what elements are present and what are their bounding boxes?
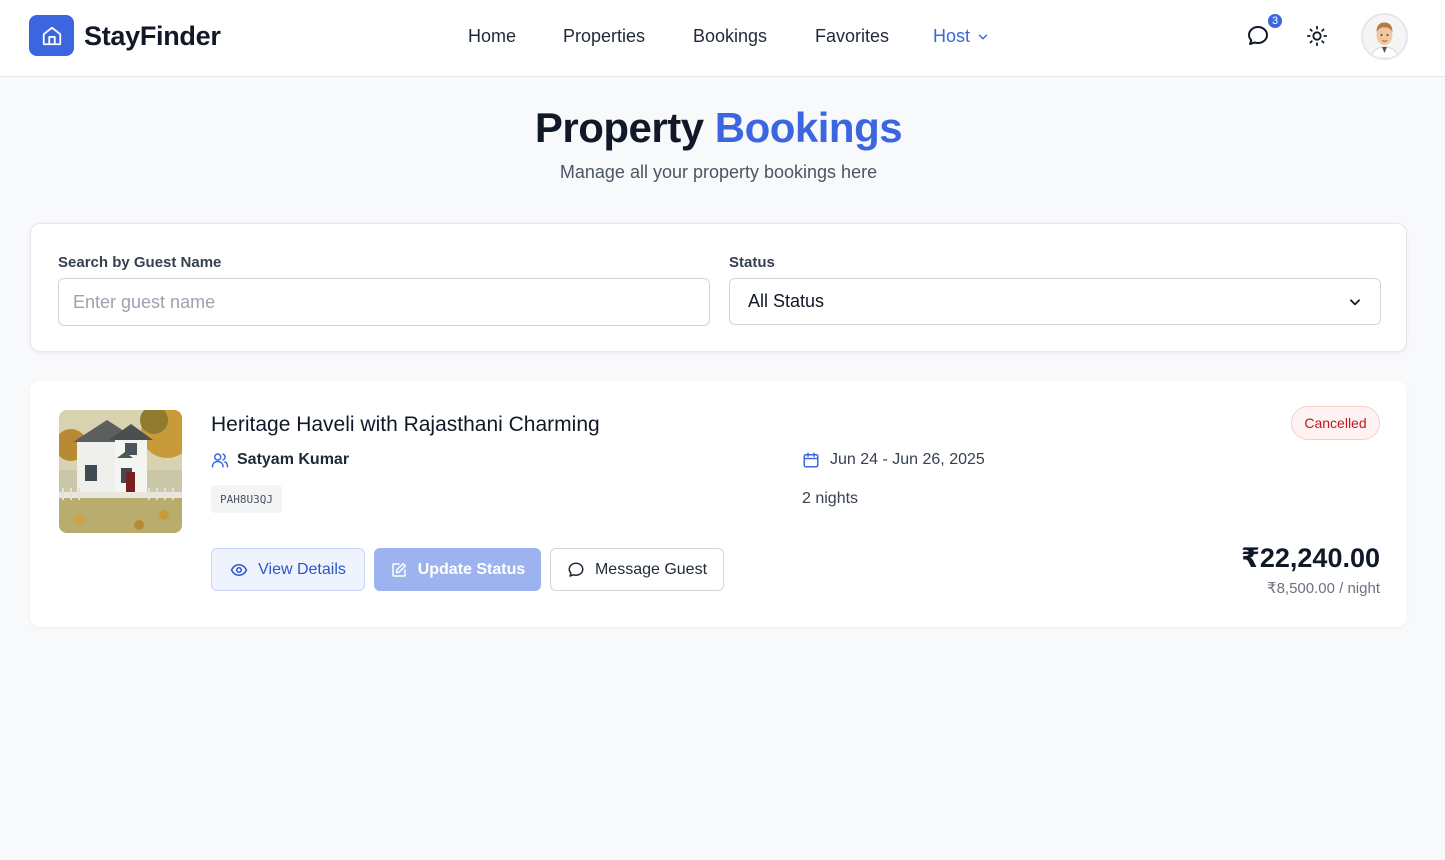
update-status-button[interactable]: Update Status [374,548,541,591]
page-title: Property Bookings [0,104,1437,152]
status-select-value: All Status [748,291,825,311]
booking-card: Heritage Haveli with Rajasthani Charming… [30,381,1407,627]
status-label: Status [729,254,775,271]
nav-host-menu[interactable]: Host [933,26,990,47]
nights-count: 2 nights [802,490,859,507]
status-badge: Cancelled [1291,406,1380,440]
view-details-label: View Details [258,560,346,578]
chevron-down-icon [978,34,988,39]
nav-bookings[interactable]: Bookings [693,26,767,47]
nav-home[interactable]: Home [468,26,516,47]
property-thumbnail[interactable] [59,410,182,533]
date-range: Jun 24 - Jun 26, 2025 [830,451,985,468]
stay-dates: Jun 24 - Jun 26, 2025 [802,451,985,469]
nav-properties[interactable]: Properties [563,26,645,47]
guest-search-input[interactable] [58,278,710,326]
nav-favorites[interactable]: Favorites [815,26,889,47]
guest-name: Satyam Kumar [237,451,350,468]
brand-name[interactable]: StayFinder [84,21,221,52]
property-name[interactable]: Heritage Haveli with Rajasthani Charming [211,413,600,437]
chevron-down-icon [1350,298,1360,305]
home-icon [42,26,61,45]
user-avatar[interactable] [1361,13,1408,60]
message-guest-label: Message Guest [594,560,708,578]
theme-toggle-button[interactable] [1304,23,1330,49]
brand-logo[interactable] [29,15,74,56]
chat-bubble-icon [568,562,584,577]
eye-icon [230,563,248,576]
chat-bubble-icon [1248,26,1268,45]
page-title-accent: Bookings [714,104,903,151]
booking-total: ₹22,240.00 [1241,543,1380,573]
calendar-icon [803,452,819,468]
update-status-label: Update Status [417,560,526,578]
users-icon [211,453,229,468]
search-label: Search by Guest Name [58,254,222,271]
message-count-badge: 3 [1266,12,1284,30]
sun-icon [1306,25,1328,47]
booking-code: PAH8U3QJ [211,485,282,513]
top-navbar: StayFinder Home Properties Bookings Favo… [0,0,1445,77]
view-details-button[interactable]: View Details [211,548,365,591]
nightly-rate: ₹8,500.00 / night [1267,580,1380,597]
nav-host-label: Host [933,26,971,46]
status-select[interactable]: All Status [729,278,1381,325]
filter-panel: Search by Guest Name Status All Status [30,223,1407,352]
page-subtitle: Manage all your property bookings here [559,162,878,182]
guest-info: Satyam Kumar [211,451,349,469]
message-guest-button[interactable]: Message Guest [550,548,724,591]
page-title-main: Property [534,104,704,151]
edit-icon [391,562,406,577]
